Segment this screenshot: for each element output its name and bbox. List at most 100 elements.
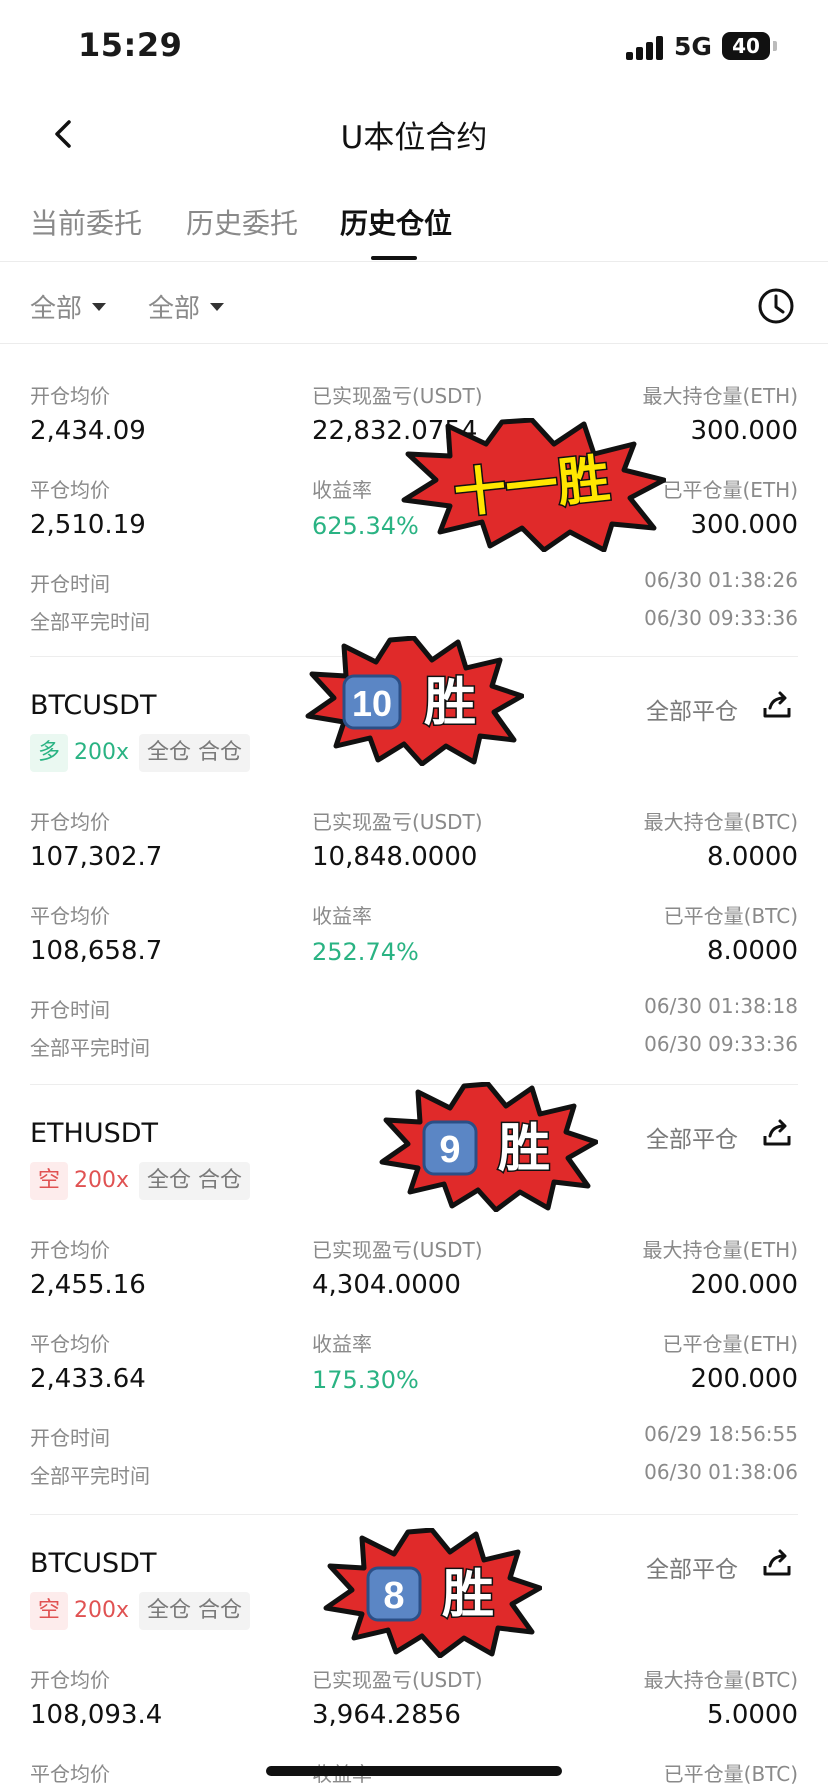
margin-mode-badge: 全仓 合仓 xyxy=(139,734,251,772)
close-price-label: 平仓均价 xyxy=(30,1762,110,1786)
direction-badge: 空 xyxy=(30,1592,69,1630)
battery-tip xyxy=(773,41,777,51)
realized-pnl-value: 3,964.2856 xyxy=(312,1700,461,1730)
closed-qty-label: 已平仓量(ETH) xyxy=(662,478,799,502)
open-price-value: 2,455.16 xyxy=(30,1270,146,1300)
tab-active-indicator xyxy=(371,256,417,260)
symbol-label: BTCUSDT xyxy=(30,690,157,721)
battery-icon: 40 xyxy=(722,32,770,60)
share-icon[interactable] xyxy=(760,688,794,722)
close-price-value: 2,433.64 xyxy=(30,1364,146,1394)
position-tags: 多 200x 全仓 合仓 xyxy=(30,734,256,774)
roi-label: 收益率 xyxy=(312,904,372,928)
max-qty-label: 最大持仓量(ETH) xyxy=(642,384,799,408)
leverage-badge: 200x xyxy=(74,1598,130,1623)
close-all-button[interactable]: 全部平仓 xyxy=(646,692,738,726)
sticker-number: 8 xyxy=(383,1575,404,1617)
closed-qty-value: 8.0000 xyxy=(707,936,798,966)
burst-shape: 9 胜 xyxy=(379,1082,598,1212)
cross-label: 全仓 xyxy=(147,1168,192,1193)
sticker-nine-wins: 9 胜 xyxy=(378,1082,598,1212)
position-tags: 空 200x 全仓 合仓 xyxy=(30,1592,256,1632)
tab-current-orders[interactable]: 当前委托 xyxy=(30,202,142,242)
open-time-value: 06/29 18:56:55 xyxy=(644,1422,798,1446)
open-price-value: 107,302.7 xyxy=(30,842,163,872)
open-time-label: 开仓时间 xyxy=(30,1426,110,1450)
open-time-value: 06/30 01:38:18 xyxy=(644,994,798,1018)
close-all-button[interactable]: 全部平仓 xyxy=(646,1120,738,1154)
cross-label: 全仓 xyxy=(147,740,192,765)
filter-dropdown-2[interactable]: 全部 xyxy=(148,288,225,325)
close-time-label: 全部平完时间 xyxy=(30,610,150,634)
clock-icon[interactable] xyxy=(756,286,796,326)
open-time-label: 开仓时间 xyxy=(30,572,110,596)
open-time-label: 开仓时间 xyxy=(30,998,110,1022)
close-time-value: 06/30 01:38:06 xyxy=(644,1460,798,1484)
tab-bar: 当前委托 历史委托 历史仓位 xyxy=(0,186,828,262)
margin-mode-badge: 全仓 合仓 xyxy=(139,1162,251,1200)
roi-label: 收益率 xyxy=(312,478,372,502)
max-qty-value: 8.0000 xyxy=(707,842,798,872)
share-icon[interactable] xyxy=(760,1546,794,1580)
open-price-label: 开仓均价 xyxy=(30,1668,110,1692)
realized-pnl-label: 已实现盈亏(USDT) xyxy=(312,810,483,834)
realized-pnl-label: 已实现盈亏(USDT) xyxy=(312,1668,483,1692)
close-price-label: 平仓均价 xyxy=(30,904,110,928)
closed-qty-value: 300.000 xyxy=(690,510,798,540)
max-qty-label: 最大持仓量(ETH) xyxy=(642,1238,799,1262)
symbol-label: ETHUSDT xyxy=(30,1118,159,1149)
open-price-value: 108,093.4 xyxy=(30,1700,163,1730)
tab-order-history[interactable]: 历史委托 xyxy=(186,202,298,242)
realized-pnl-value: 4,304.0000 xyxy=(312,1270,461,1300)
network-label: 5G xyxy=(674,32,712,61)
status-bar: 15:29 5G 40 xyxy=(0,0,828,90)
page-title: U本位合约 xyxy=(340,120,488,156)
share-icon[interactable] xyxy=(760,1116,794,1150)
direction-badge: 空 xyxy=(30,1162,69,1200)
filter-dropdown-1[interactable]: 全部 xyxy=(30,288,107,325)
burst-shape: 10 胜 xyxy=(305,636,524,766)
open-price-label: 开仓均价 xyxy=(30,810,110,834)
status-time: 15:29 xyxy=(78,26,183,64)
sticker-ten-wins: 10 胜 xyxy=(304,636,524,766)
burst-shape: 8 胜 xyxy=(323,1528,542,1658)
max-qty-label: 最大持仓量(BTC) xyxy=(643,810,798,834)
realized-pnl-label: 已实现盈亏(USDT) xyxy=(312,384,483,408)
roi-label: 收益率 xyxy=(312,1332,372,1356)
closed-qty-label: 已平仓量(ETH) xyxy=(662,1332,799,1356)
direction-badge: 多 xyxy=(30,734,69,772)
sticker-eight-wins: 8 胜 xyxy=(322,1528,542,1658)
nav-bar: U本位合约 xyxy=(0,90,828,180)
sticker-number: 9 xyxy=(439,1129,460,1171)
caret-down-icon xyxy=(92,302,107,311)
close-price-label: 平仓均价 xyxy=(30,1332,110,1356)
filter-2-label: 全部 xyxy=(148,294,201,324)
closed-qty-label: 已平仓量(BTC) xyxy=(663,1762,798,1786)
open-price-label: 开仓均价 xyxy=(30,1238,110,1262)
filter-bar: 全部 全部 xyxy=(0,262,828,344)
filter-1-label: 全部 xyxy=(30,294,83,324)
closed-qty-value: 200.000 xyxy=(690,1364,798,1394)
symbol-label: BTCUSDT xyxy=(30,1548,157,1579)
close-time-value: 06/30 09:33:36 xyxy=(644,1032,798,1056)
home-indicator[interactable] xyxy=(266,1766,562,1776)
tab-position-history[interactable]: 历史仓位 xyxy=(340,202,452,242)
max-qty-value: 300.000 xyxy=(690,416,798,446)
caret-down-icon xyxy=(210,302,225,311)
sticker-eleven-wins: 十一胜 xyxy=(398,418,666,552)
sticker-text: 胜 xyxy=(498,1120,550,1178)
card-divider xyxy=(30,1514,798,1515)
merge-label: 合仓 xyxy=(198,1598,243,1623)
roi-value: 175.30% xyxy=(312,1366,419,1394)
close-time-label: 全部平完时间 xyxy=(30,1464,150,1488)
close-price-value: 108,658.7 xyxy=(30,936,163,966)
sticker-number: 10 xyxy=(352,683,392,724)
margin-mode-badge: 全仓 合仓 xyxy=(139,1592,251,1630)
close-price-value: 2,510.19 xyxy=(30,510,146,540)
close-all-button[interactable]: 全部平仓 xyxy=(646,1550,738,1584)
merge-label: 合仓 xyxy=(198,1168,243,1193)
realized-pnl-label: 已实现盈亏(USDT) xyxy=(312,1238,483,1262)
leverage-badge: 200x xyxy=(74,1168,130,1193)
roi-value: 252.74% xyxy=(312,938,419,966)
sticker-text: 胜 xyxy=(424,674,476,732)
